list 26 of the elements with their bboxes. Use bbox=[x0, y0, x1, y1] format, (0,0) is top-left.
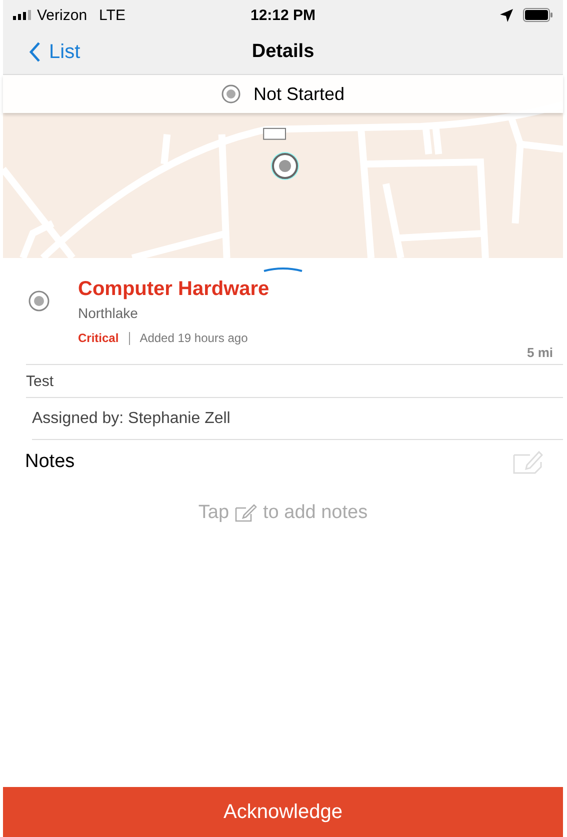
network-type: LTE bbox=[99, 6, 126, 24]
back-button[interactable]: List bbox=[3, 40, 80, 64]
distance-label: 5 mi bbox=[526, 345, 553, 360]
screen-title: Details bbox=[252, 41, 314, 63]
item-location: Northlake bbox=[78, 305, 139, 321]
signal-icon bbox=[13, 10, 33, 20]
hint-text: to add notes bbox=[263, 502, 368, 524]
carrier-name: Verizon bbox=[37, 6, 88, 24]
acknowledge-button[interactable]: Acknowledge bbox=[3, 787, 563, 837]
priority-label: Critical bbox=[78, 331, 119, 345]
clock: 12:12 PM bbox=[250, 6, 316, 24]
map-pin-icon bbox=[269, 150, 301, 182]
status-label: Not Started bbox=[253, 84, 345, 104]
drag-handle-icon[interactable] bbox=[263, 266, 303, 272]
description-text: Test bbox=[26, 372, 54, 390]
battery-icon bbox=[523, 8, 553, 22]
edit-note-icon bbox=[235, 504, 258, 522]
location-arrow-icon bbox=[500, 8, 513, 22]
added-time: Added 19 hours ago bbox=[140, 331, 248, 345]
status-circle-icon bbox=[28, 290, 50, 312]
assigned-by-text: Assigned by: Stephanie Zell bbox=[32, 410, 230, 428]
item-title: Computer Hardware bbox=[78, 278, 270, 301]
chevron-left-icon bbox=[29, 42, 41, 62]
status-circle-icon bbox=[221, 84, 242, 104]
notes-heading: Notes bbox=[25, 451, 75, 473]
hint-text: Tap bbox=[198, 502, 230, 524]
